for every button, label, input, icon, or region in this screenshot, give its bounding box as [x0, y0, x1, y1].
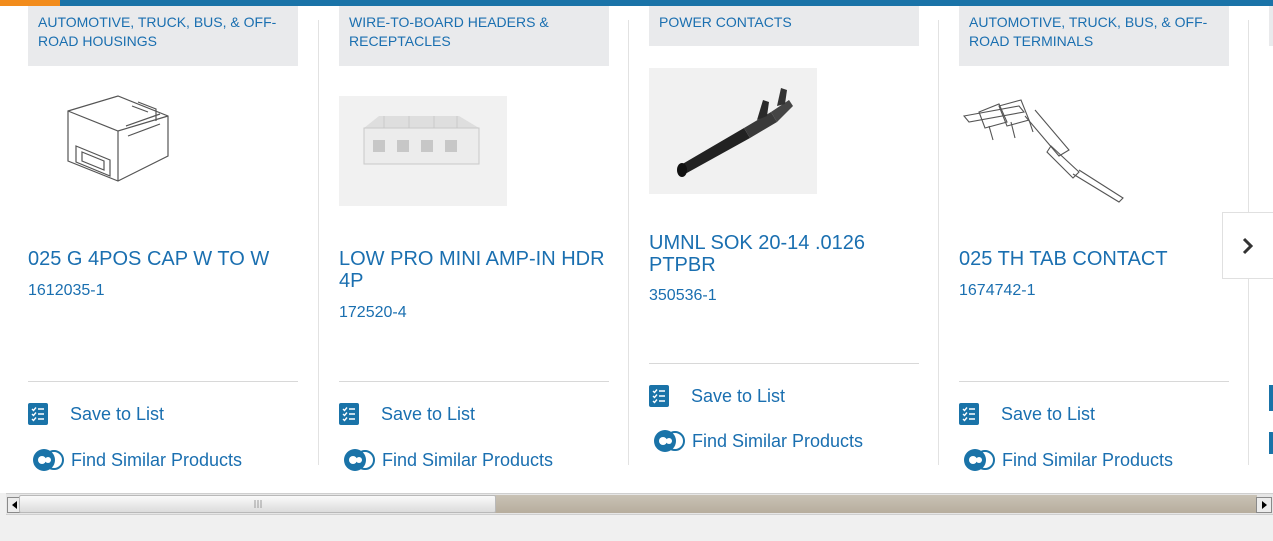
grip-icon	[254, 500, 261, 508]
horizontal-scrollbar[interactable]	[6, 493, 1273, 515]
header-receptacle-image[interactable]	[339, 76, 609, 206]
product-carousel: AUTOMOTIVE, TRUCK, BUS, & OFF-ROAD HOUSI…	[0, 0, 1273, 493]
product-card: AUTOMOTIVE, TRUCK, BUS, & OFF-ROAD HOUSI…	[28, 6, 308, 486]
scrollbar-track[interactable]	[490, 495, 1257, 513]
product-title-link[interactable]: 025 TH TAB CONTACT	[959, 248, 1229, 270]
save-to-list-button[interactable]: Save to List	[649, 383, 785, 409]
partial-similar-icon	[1269, 432, 1273, 454]
product-category[interactable]: AUTOMOTIVE, TRUCK, BUS, & OFF-ROAD TERMI…	[959, 6, 1229, 66]
find-similar-label: Find Similar Products	[1002, 449, 1174, 470]
card-divider	[339, 381, 609, 382]
part-number-link[interactable]: 1674742-1	[959, 282, 1036, 300]
product-card: POWER CONTACTS UMNL SOK 20-14 .0126 PTPB…	[649, 6, 929, 486]
product-card: WIRE-TO-BOARD HEADERS & RECEPTACLES LOW …	[339, 6, 619, 486]
product-title-link[interactable]: 025 G 4POS CAP W TO W	[28, 248, 298, 270]
card-separator	[938, 20, 939, 465]
save-to-list-label: Save to List	[1001, 403, 1096, 424]
checklist-icon	[28, 403, 48, 425]
card-separator	[318, 20, 319, 465]
similar-products-icon	[959, 447, 999, 473]
product-category[interactable]: WIRE-TO-BOARD HEADERS & RECEPTACLES	[339, 6, 609, 66]
find-similar-button[interactable]: Find Similar Products	[339, 447, 553, 473]
save-to-list-label: Save to List	[691, 385, 786, 406]
save-to-list-label: Save to List	[70, 403, 165, 424]
find-similar-label: Find Similar Products	[692, 430, 864, 451]
power-contact-image[interactable]	[649, 66, 919, 196]
checklist-icon	[649, 385, 669, 407]
similar-products-icon	[28, 447, 68, 473]
card-divider	[28, 381, 298, 382]
part-number-link[interactable]: 1612035-1	[28, 282, 105, 300]
card-divider	[959, 381, 1229, 382]
carousel-next-button[interactable]	[1222, 212, 1273, 279]
save-to-list-button[interactable]: Save to List	[339, 401, 475, 427]
part-number-link[interactable]: 350536-1	[649, 287, 717, 305]
partial-checklist-icon	[1269, 385, 1273, 411]
chevron-right-icon	[1242, 237, 1254, 254]
similar-products-icon	[649, 428, 689, 454]
find-similar-label: Find Similar Products	[71, 449, 243, 470]
save-to-list-label: Save to List	[381, 403, 476, 424]
checklist-icon	[959, 403, 979, 425]
save-to-list-button[interactable]: Save to List	[959, 401, 1095, 427]
connector-housing-image[interactable]	[28, 76, 298, 206]
triangle-left-icon	[12, 501, 17, 509]
part-number-link[interactable]: 172520-4	[339, 304, 407, 322]
find-similar-button[interactable]: Find Similar Products	[959, 447, 1173, 473]
triangle-right-icon	[1262, 501, 1267, 509]
card-divider	[649, 363, 919, 364]
product-card: AUTOMOTIVE, TRUCK, BUS, & OFF-ROAD TERMI…	[959, 6, 1239, 486]
find-similar-button[interactable]: Find Similar Products	[649, 428, 863, 454]
product-category[interactable]: POWER CONTACTS	[649, 6, 919, 46]
partial-category	[1269, 6, 1273, 46]
scroll-right-button[interactable]	[1256, 497, 1272, 513]
product-category[interactable]: AUTOMOTIVE, TRUCK, BUS, & OFF-ROAD HOUSI…	[28, 6, 298, 66]
product-title-link[interactable]: LOW PRO MINI AMP-IN HDR 4P	[339, 248, 609, 292]
card-separator	[628, 20, 629, 465]
similar-products-icon	[339, 447, 379, 473]
product-title-link[interactable]: UMNL SOK 20-14 .0126 PTPBR	[649, 232, 919, 276]
find-similar-button[interactable]: Find Similar Products	[28, 447, 242, 473]
find-similar-label: Find Similar Products	[382, 449, 554, 470]
scrollbar-thumb[interactable]	[19, 495, 496, 513]
tab-terminal-image[interactable]	[959, 76, 1229, 206]
checklist-icon	[339, 403, 359, 425]
save-to-list-button[interactable]: Save to List	[28, 401, 164, 427]
